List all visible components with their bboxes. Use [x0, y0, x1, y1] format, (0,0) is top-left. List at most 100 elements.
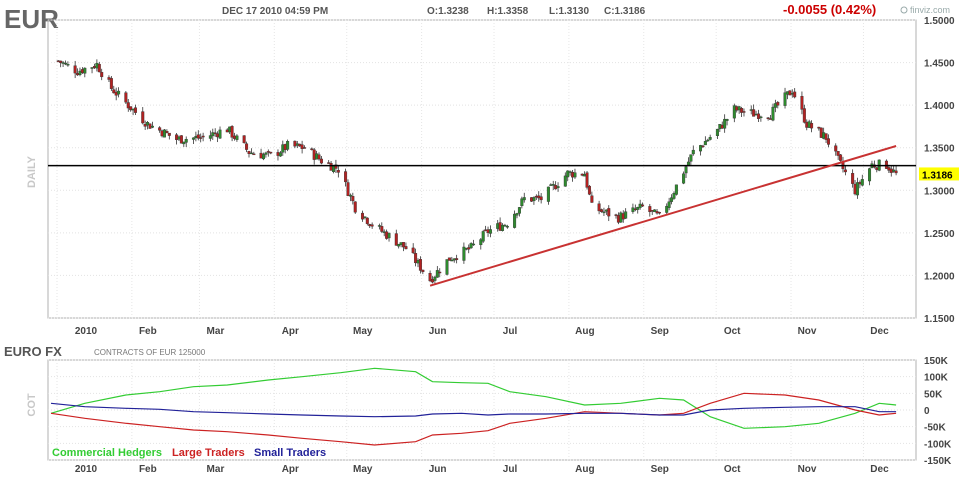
- candle-body: [162, 129, 166, 138]
- legend-large-traders: Large Traders: [172, 447, 245, 459]
- candle-body: [810, 123, 814, 129]
- candle-body: [365, 217, 369, 224]
- candle-body: [802, 108, 806, 123]
- candle-body: [889, 168, 893, 173]
- candle-body: [725, 119, 729, 121]
- candle-body: [486, 229, 490, 233]
- candle-body: [756, 113, 760, 119]
- brand-link[interactable]: finviz.com: [910, 5, 950, 15]
- candle-body: [230, 126, 234, 138]
- candle-body: [131, 108, 135, 111]
- candle-body: [421, 269, 425, 273]
- candle-body: [520, 198, 524, 207]
- daily-label: DAILY: [26, 155, 38, 188]
- candle-body: [66, 64, 70, 66]
- candle-body: [100, 72, 104, 78]
- candle-body: [759, 116, 763, 119]
- price-tick-1.5000: 1.5000: [924, 16, 955, 27]
- candle-body: [537, 195, 541, 199]
- candle-body: [701, 145, 705, 148]
- candle-body: [532, 197, 536, 202]
- candle: [148, 123, 152, 129]
- candle-body: [387, 233, 391, 239]
- open-value: O:1.3238: [427, 6, 469, 17]
- candle: [619, 211, 623, 223]
- candle-body: [353, 201, 357, 213]
- month-label-Sep: Sep: [651, 326, 669, 337]
- candle-body: [245, 143, 249, 150]
- candle-body: [614, 214, 618, 216]
- candle-body: [370, 224, 374, 227]
- candle-body: [344, 171, 348, 183]
- candle-body: [404, 246, 408, 250]
- candle-body: [819, 127, 823, 138]
- close-value: C:1.3186: [604, 6, 646, 17]
- candle-body: [175, 134, 179, 140]
- price-tick-1.3000: 1.3000: [924, 186, 955, 197]
- candle-body: [447, 257, 451, 261]
- candle-body: [498, 222, 502, 231]
- candle-body: [583, 174, 587, 177]
- candle-body: [723, 118, 727, 129]
- candle-body: [633, 208, 637, 211]
- candle-body: [310, 148, 314, 150]
- candle-body: [682, 173, 686, 184]
- cot-month-label-Jun: Jun: [429, 464, 447, 475]
- candle-body: [892, 169, 896, 172]
- candle-body: [718, 124, 722, 130]
- candle: [587, 185, 591, 196]
- candle-body: [785, 91, 789, 95]
- candle-body: [522, 197, 526, 201]
- candle-body: [90, 67, 94, 69]
- candle-body: [402, 242, 406, 248]
- candle-body: [182, 141, 186, 145]
- candle-body: [464, 248, 468, 250]
- last-price-label: 1.3186: [922, 170, 953, 181]
- change-value: -0.0055 (0.42%): [783, 2, 876, 17]
- candle-body: [894, 170, 898, 174]
- candle-body: [636, 207, 640, 210]
- candle-body: [416, 259, 420, 264]
- candle-body: [788, 90, 792, 96]
- candle: [242, 135, 246, 144]
- candle: [469, 242, 473, 249]
- candle-body: [276, 152, 280, 156]
- candle-body: [484, 229, 488, 231]
- candle-body: [834, 145, 838, 152]
- candle: [585, 170, 589, 190]
- candle-body: [315, 153, 319, 160]
- candle-body: [851, 173, 855, 184]
- candle-body: [211, 132, 215, 137]
- candle-body: [109, 78, 113, 89]
- candle-body: [160, 130, 164, 137]
- cot-tick-150K: 150K: [924, 356, 949, 367]
- candle: [819, 127, 823, 138]
- cot-month-label-Feb: Feb: [139, 464, 157, 475]
- cot-tick-50K: 50K: [924, 389, 943, 400]
- candle-body: [249, 152, 253, 155]
- candle-body: [732, 105, 736, 119]
- candle-body: [73, 65, 77, 74]
- candle-body: [650, 210, 654, 212]
- candle-body: [184, 138, 188, 143]
- candle: [162, 129, 166, 138]
- month-label-Oct: Oct: [724, 326, 741, 337]
- candle-body: [479, 239, 483, 246]
- candle-body: [773, 103, 777, 108]
- candle-body: [624, 211, 628, 219]
- candle-body: [117, 90, 121, 95]
- candle-body: [124, 92, 128, 103]
- candle-body: [283, 144, 287, 150]
- candle: [109, 76, 113, 91]
- candle-body: [158, 127, 162, 131]
- candle: [179, 135, 183, 144]
- candle-body: [590, 195, 594, 203]
- candle-body: [503, 224, 507, 227]
- candle-body: [196, 134, 200, 139]
- candle-body: [790, 92, 794, 95]
- candle-body: [281, 144, 285, 153]
- candle-body: [619, 212, 623, 223]
- candle-body: [261, 154, 265, 160]
- cot-month-label-2010: 2010: [75, 464, 98, 475]
- candle-body: [648, 206, 652, 213]
